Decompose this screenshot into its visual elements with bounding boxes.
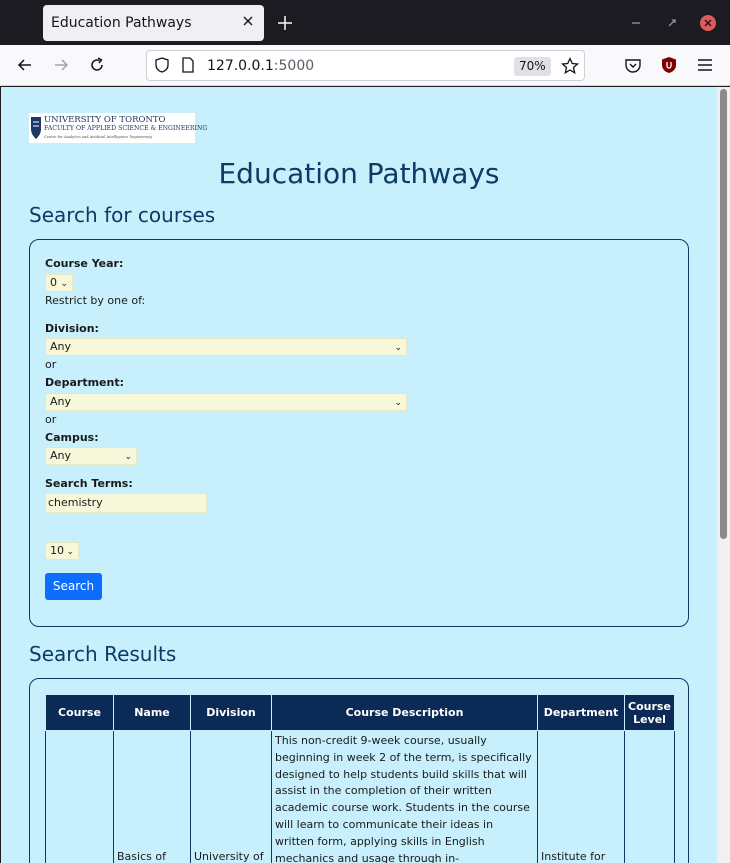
- url-port: :5000: [273, 58, 315, 74]
- cell-course[interactable]: [45, 729, 114, 863]
- page-scrollbar[interactable]: [717, 87, 730, 863]
- logo-line-1: UNIVERSITY OF TORONTO: [44, 115, 166, 125]
- column-header-department: Department: [537, 694, 625, 731]
- chevron-down-icon: ⌄: [66, 547, 74, 557]
- browser-navbar: 127.0.0.1:5000 70%: [0, 45, 730, 86]
- search-form: Course Year: 0 ⌄ Restrict by one of: Divi…: [29, 239, 689, 627]
- browser-titlebar: Education Pathways: [0, 0, 730, 45]
- campus-label: Campus:: [45, 431, 99, 444]
- campus-select[interactable]: Any ⌄: [45, 447, 137, 465]
- chevron-down-icon: ⌄: [124, 452, 132, 462]
- back-icon[interactable]: [15, 55, 35, 75]
- url-host: 127.0.0.1: [207, 58, 274, 74]
- logo-line-3: Centre for Analytics and Artificial Inte…: [44, 135, 152, 139]
- page-title: Education Pathways: [218, 157, 500, 190]
- table-row[interactable]: Basics of University of This non-credit …: [45, 729, 675, 863]
- results-container: Course Name Division Course Description …: [29, 678, 689, 863]
- course-year-value: 0: [50, 276, 57, 289]
- course-year-select[interactable]: 0 ⌄: [45, 274, 73, 292]
- column-header-division: Division: [190, 694, 272, 731]
- cell-description: This non-credit 9-week course, usually b…: [271, 729, 538, 863]
- browser-tab[interactable]: Education Pathways: [43, 5, 264, 41]
- results-section-title: Search Results: [29, 642, 177, 666]
- division-label: Division:: [45, 322, 99, 335]
- ublock-extension-icon[interactable]: [659, 55, 679, 75]
- new-tab-icon[interactable]: [275, 13, 295, 33]
- minimize-icon[interactable]: [627, 14, 645, 32]
- chevron-down-icon: ⌄: [394, 343, 402, 353]
- forward-icon[interactable]: [51, 55, 71, 75]
- column-header-course: Course: [45, 694, 114, 731]
- scrollbar-thumb[interactable]: [720, 89, 727, 539]
- page-icon: [182, 57, 194, 73]
- column-header-name: Name: [113, 694, 191, 731]
- university-logo: UNIVERSITY OF TORONTO FACULTY OF APPLIED…: [29, 113, 207, 143]
- table-header-row: Course Name Division Course Description …: [45, 694, 675, 731]
- close-tab-icon[interactable]: [240, 13, 256, 29]
- menu-icon[interactable]: [695, 55, 715, 75]
- reload-icon[interactable]: [87, 55, 107, 75]
- results-count-select[interactable]: 10 ⌄: [45, 542, 79, 560]
- cell-name: Basics of: [113, 729, 191, 863]
- results-table: Course Name Division Course Description …: [45, 694, 675, 863]
- search-button[interactable]: Search: [45, 573, 102, 600]
- division-value: Any: [50, 340, 72, 353]
- cell-division: University of: [190, 729, 272, 863]
- division-select[interactable]: Any ⌄: [45, 338, 407, 356]
- zoom-indicator[interactable]: 70%: [514, 57, 551, 76]
- or-text: or: [45, 358, 57, 371]
- column-header-description: Course Description: [271, 694, 538, 731]
- close-window-icon[interactable]: [699, 14, 717, 32]
- search-terms-input[interactable]: chemistry: [45, 493, 207, 513]
- results-count-value: 10: [50, 544, 64, 557]
- course-year-label: Course Year:: [45, 257, 124, 270]
- page-viewport: UNIVERSITY OF TORONTO FACULTY OF APPLIED…: [1, 87, 717, 863]
- chevron-down-icon: ⌄: [60, 279, 68, 289]
- department-label: Department:: [45, 376, 124, 389]
- cell-department: Institute for: [537, 729, 625, 863]
- bookmark-star-icon[interactable]: [560, 56, 580, 76]
- logo-line-2: FACULTY OF APPLIED SCIENCE & ENGINEERING: [44, 125, 208, 132]
- tab-title: Education Pathways: [51, 15, 192, 31]
- cell-level: [624, 729, 675, 863]
- shield-icon[interactable]: [153, 56, 171, 74]
- url-bar[interactable]: 127.0.0.1:5000 70%: [146, 50, 585, 81]
- column-header-level: Course Level: [624, 694, 675, 731]
- crest-icon: [31, 117, 41, 139]
- department-select[interactable]: Any ⌄: [45, 393, 407, 411]
- search-terms-label: Search Terms:: [45, 477, 133, 490]
- restore-icon[interactable]: [663, 14, 681, 32]
- department-value: Any: [50, 395, 72, 408]
- or-text: or: [45, 413, 57, 426]
- restrict-text: Restrict by one of:: [45, 294, 146, 307]
- pocket-icon[interactable]: [623, 55, 643, 75]
- url-text: 127.0.0.1:5000: [207, 58, 314, 74]
- search-section-title: Search for courses: [29, 203, 216, 227]
- campus-value: Any: [50, 449, 72, 462]
- chevron-down-icon: ⌄: [394, 398, 402, 408]
